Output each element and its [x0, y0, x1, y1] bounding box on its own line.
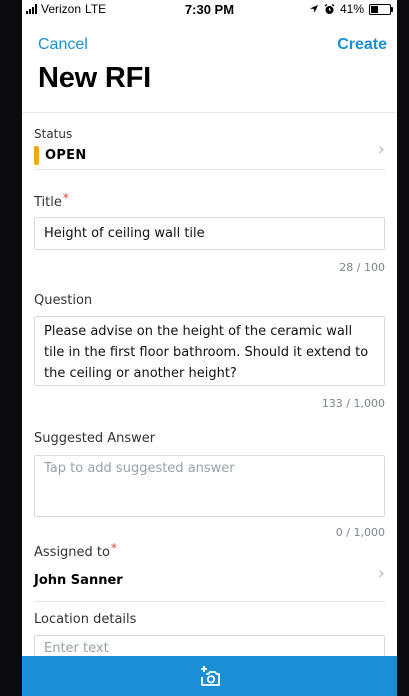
title-label: Title*	[22, 191, 397, 210]
assigned-section: Assigned to* John Sanner ›	[22, 541, 397, 602]
status-indicator	[34, 146, 39, 165]
location-details-label: Location details	[34, 612, 137, 627]
assigned-to-label: Assigned to*	[34, 541, 117, 560]
create-button[interactable]: Create	[337, 36, 387, 54]
alarm-icon	[324, 3, 335, 14]
screen: Verizon LTE 7:30 PM 41% Cancel Create Ne…	[22, 0, 397, 696]
device-frame-left	[0, 0, 22, 696]
battery-icon	[369, 3, 393, 15]
suggested-answer-label: Suggested Answer	[34, 431, 156, 446]
bottom-action-bar[interactable]	[22, 656, 397, 696]
required-marker: *	[110, 541, 117, 555]
title-input-wrap: Height of ceiling wall tile	[22, 217, 397, 250]
cancel-button[interactable]: Cancel	[38, 36, 88, 54]
status-bar: Verizon LTE 7:30 PM 41%	[22, 0, 397, 20]
rfi-form: Status OPEN › Title* Height of ceiling w…	[22, 112, 397, 656]
suggested-answer-counter: 0 / 1,000	[335, 526, 385, 539]
suggested-answer-wrap: Tap to add suggested answer	[22, 455, 397, 517]
suggested-answer-input[interactable]: Tap to add suggested answer	[34, 455, 385, 517]
question-input[interactable]: Please advise on the height of the ceram…	[34, 316, 385, 386]
status-right: 41%	[309, 2, 393, 16]
nav-bar: Cancel Create	[22, 20, 397, 56]
add-photo-icon[interactable]	[198, 665, 222, 687]
title-input[interactable]: Height of ceiling wall tile	[34, 217, 385, 250]
question-label: Question	[34, 293, 93, 308]
question-input-wrap: Please advise on the height of the ceram…	[22, 316, 397, 386]
title-section: Title*	[22, 191, 397, 210]
assigned-to-field[interactable]: Assigned to* John Sanner ›	[34, 541, 385, 602]
location-details-wrap: Enter text	[22, 635, 397, 656]
status-field[interactable]: Status OPEN ›	[34, 113, 385, 170]
status-value: OPEN	[34, 146, 87, 165]
title-label-text: Title	[34, 195, 62, 210]
assigned-to-value: John Sanner	[34, 573, 123, 588]
question-counter: 133 / 1,000	[321, 397, 385, 410]
page-title: New RFI	[38, 62, 151, 94]
title-counter: 28 / 100	[339, 261, 385, 274]
location-details-input[interactable]: Enter text	[34, 635, 385, 656]
assigned-to-label-text: Assigned to	[34, 545, 110, 560]
location-arrow-icon	[309, 5, 318, 13]
status-label: Status	[34, 127, 73, 141]
chevron-right-icon: ›	[377, 563, 385, 584]
required-marker: *	[62, 191, 69, 205]
chevron-right-icon: ›	[377, 139, 385, 160]
status-text: OPEN	[45, 148, 87, 163]
battery-level	[371, 5, 379, 13]
device-frame-right	[397, 0, 409, 696]
battery-percent: 41%	[339, 2, 364, 16]
